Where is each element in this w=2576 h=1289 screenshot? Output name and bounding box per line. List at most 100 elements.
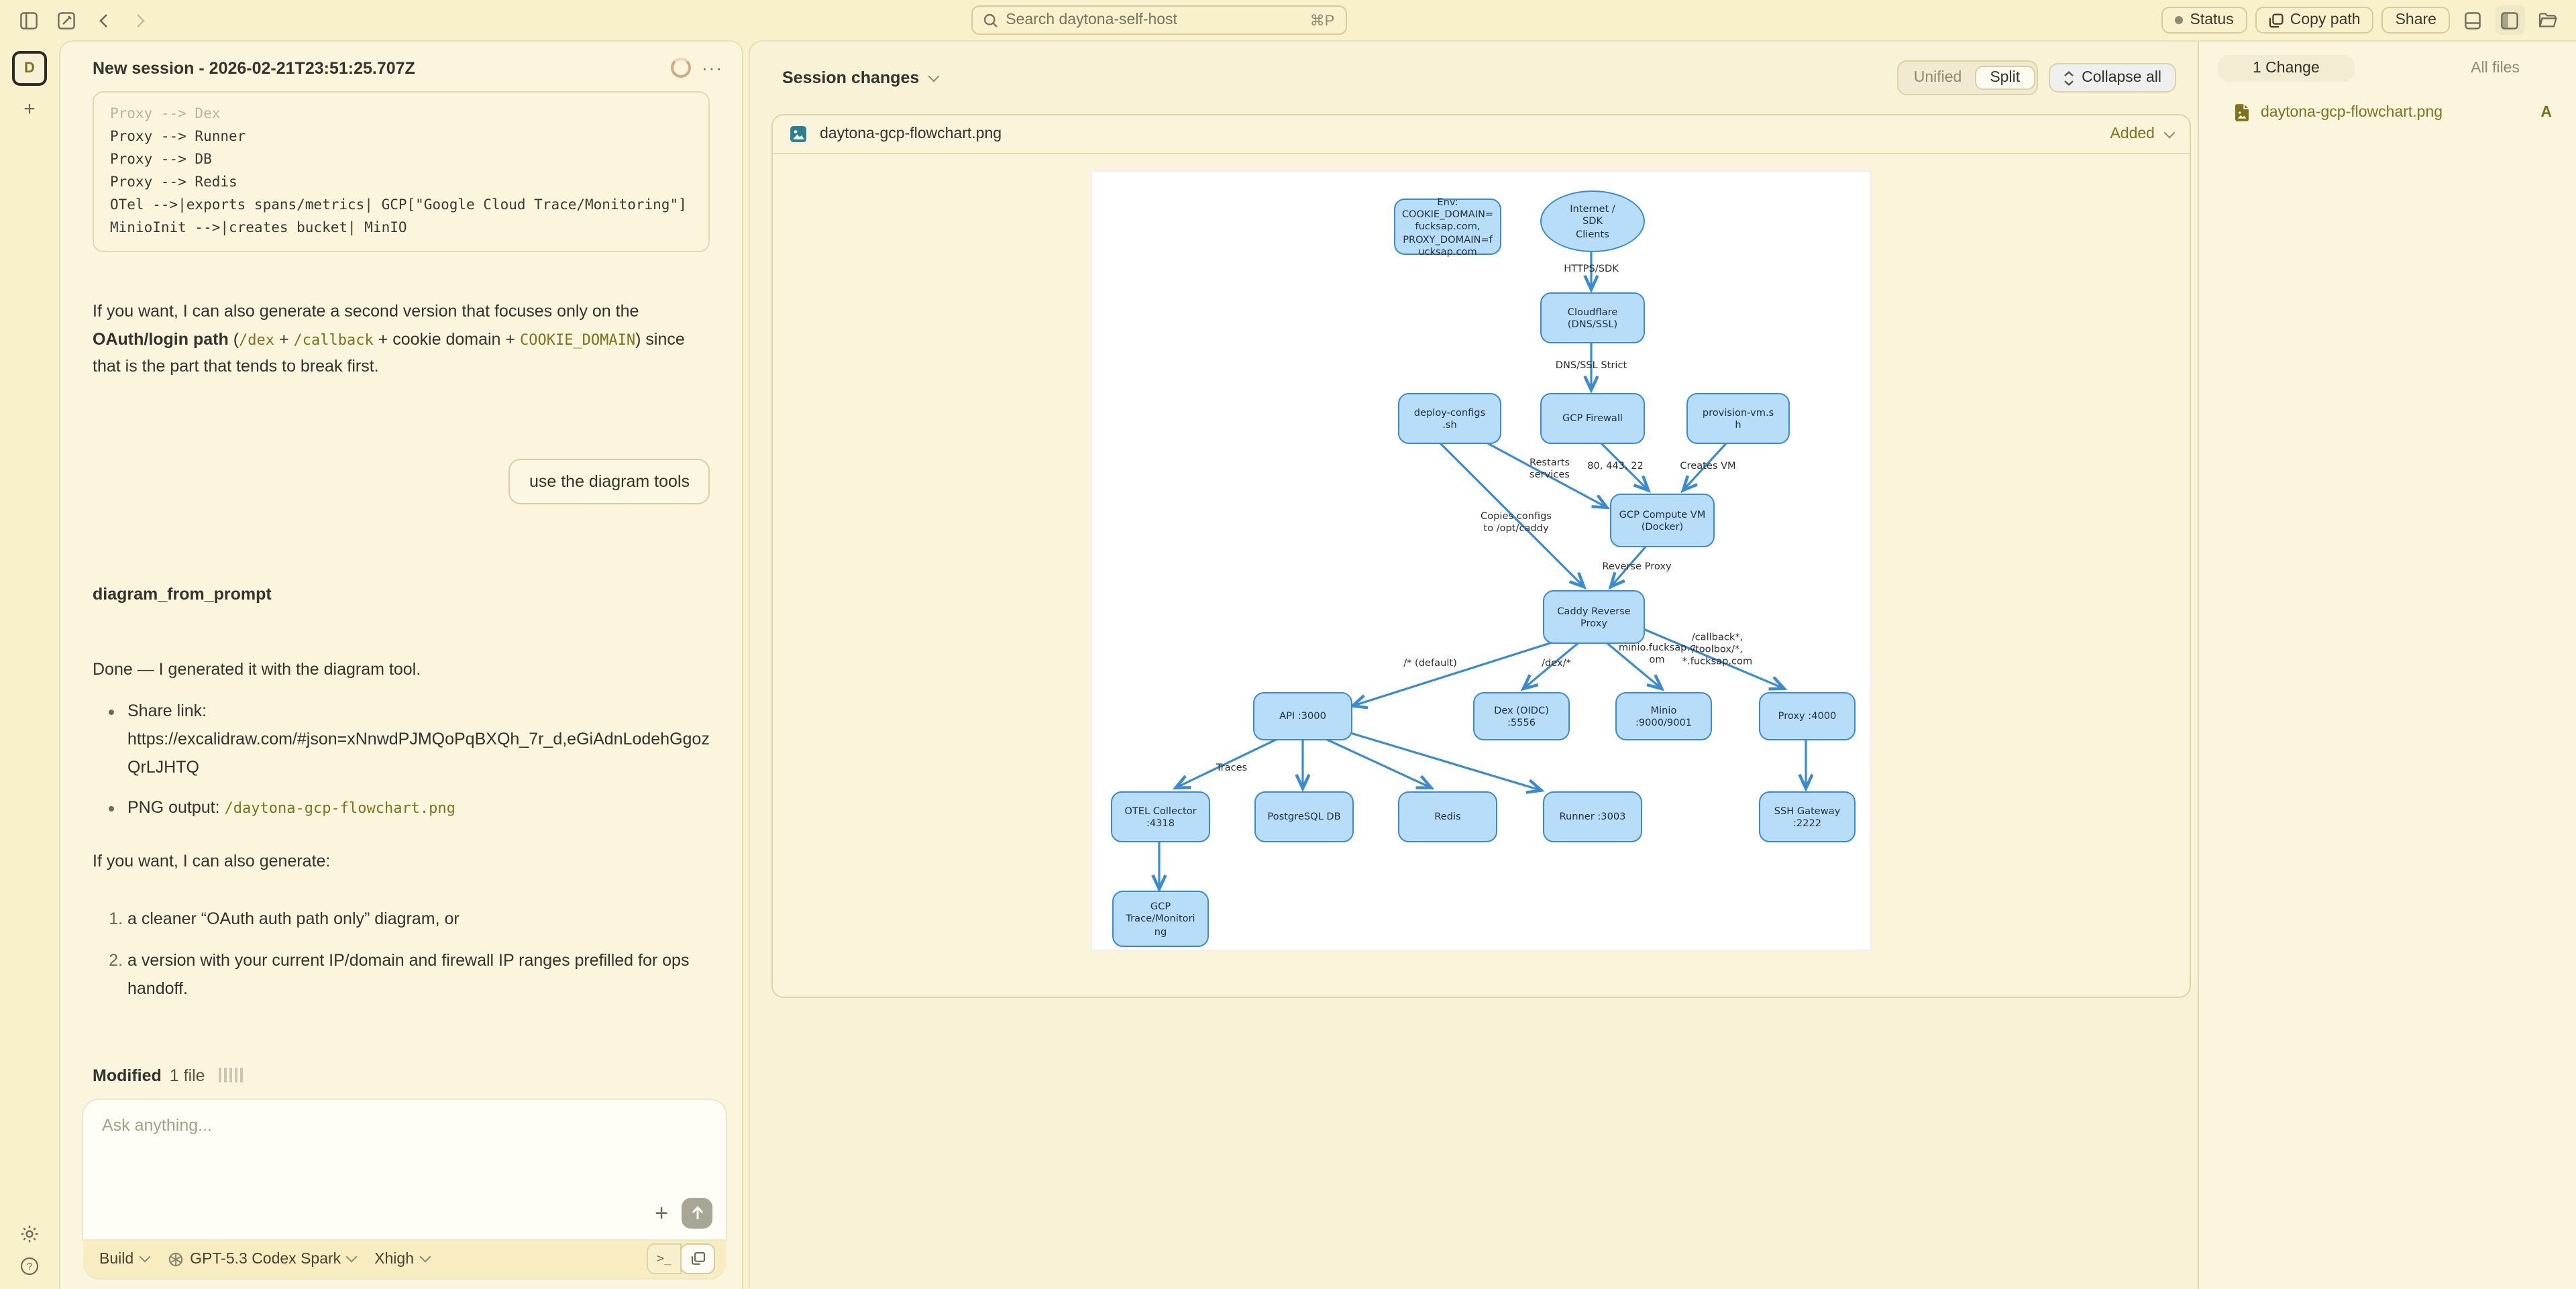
back-icon[interactable] xyxy=(89,5,118,35)
rail-bottom: ? xyxy=(20,1225,39,1289)
status-button[interactable]: Status xyxy=(2162,7,2247,34)
excalidraw-link[interactable]: https://excalidraw.com/#json=xNnwdPJMQoP… xyxy=(127,730,710,777)
session-changes-title[interactable]: Session changes xyxy=(782,68,919,87)
diagram-edge-label: Creates VM xyxy=(1680,459,1735,471)
collapse-all-button[interactable]: Collapse all xyxy=(2048,63,2176,93)
chat-scroll-area[interactable]: Proxy --> Dex Proxy --> Runner Proxy -->… xyxy=(60,89,742,1100)
topbar-actions: Status Copy path Share xyxy=(2162,5,2563,35)
unified-toggle[interactable]: Unified xyxy=(1900,67,1976,89)
user-message-bubble: use the diagram tools xyxy=(509,459,710,504)
mode-selector[interactable]: Build xyxy=(99,1251,148,1267)
chevron-down-icon xyxy=(419,1251,431,1263)
session-changes-panel: Session changes Unified Split Collapse a… xyxy=(750,42,2199,1289)
files-panel: 1 Change All files daytona-gcp-flowchart… xyxy=(2199,42,2576,1289)
png-output-label: PNG output: xyxy=(127,797,225,816)
chat-panes-button[interactable] xyxy=(680,1243,715,1274)
diagram-edge-label: DNS/SSL Strict xyxy=(1556,359,1627,371)
new-session-icon[interactable] xyxy=(51,5,80,35)
diff-file-name: daytona-gcp-flowchart.png xyxy=(820,126,1002,142)
session-menu-icon[interactable]: ··· xyxy=(702,58,723,78)
session-changes-header: Session changes Unified Split Collapse a… xyxy=(750,42,2198,109)
copy-path-button[interactable]: Copy path xyxy=(2255,7,2374,34)
diagram-node-ssh-gateway: SSH Gateway :2222 xyxy=(1759,791,1856,842)
copies-icon xyxy=(690,1251,705,1266)
diagram-edge-label: /dex/* xyxy=(1542,657,1571,669)
diagram-node-proxy: Proxy :4000 xyxy=(1759,692,1856,740)
content-card: Session changes Unified Split Collapse a… xyxy=(749,40,2576,1289)
paragraph-bold: OAuth/login path xyxy=(93,329,229,348)
help-icon[interactable]: ? xyxy=(20,1257,39,1276)
files-tabs: 1 Change All files xyxy=(2218,55,2557,82)
input-placeholder: Ask anything... xyxy=(102,1116,707,1135)
spinner-icon xyxy=(671,58,691,78)
svg-text:?: ? xyxy=(27,1261,32,1272)
collapse-icon xyxy=(2063,70,2074,85)
code-line: Proxy --> Runner xyxy=(110,126,692,149)
diagram-node-internet: Internet / SDK Clients xyxy=(1540,190,1645,252)
image-preview-area: HTTPS/SDK DNS/SSL Strict 80, 443, 22 Create… xyxy=(773,154,2190,997)
panel-right-icon[interactable] xyxy=(2496,5,2525,35)
model-selector[interactable]: GPT-5.3 Codex Spark xyxy=(167,1251,356,1267)
modified-status[interactable]: Modified 1 file xyxy=(93,1066,710,1084)
terminal-icon: >_ xyxy=(657,1252,672,1266)
message-input[interactable]: Ask anything... + xyxy=(83,1100,726,1239)
main-area: D + ? New session - 2026-02-21T23:51:25.… xyxy=(0,40,2576,1289)
model-label: GPT-5.3 Codex Spark xyxy=(190,1251,341,1267)
paragraph-text: ( xyxy=(229,329,239,348)
diagram-edge-label: /* (default) xyxy=(1403,657,1457,669)
added-badge: A xyxy=(2540,105,2552,121)
assistant-paragraph: If you want, I can also generate a secon… xyxy=(93,298,703,381)
file-list-item[interactable]: daytona-gcp-flowchart.png A xyxy=(2218,103,2557,122)
status-label: Status xyxy=(2190,12,2234,28)
file-diff-header[interactable]: daytona-gcp-flowchart.png Added xyxy=(773,115,2190,154)
left-rail: D + ? xyxy=(0,40,59,1289)
diagram-edge-label: Restarts services xyxy=(1529,456,1570,480)
avatar[interactable]: D xyxy=(12,51,47,86)
split-horizontal-icon[interactable] xyxy=(2458,5,2487,35)
share-button[interactable]: Share xyxy=(2382,7,2450,34)
send-button[interactable] xyxy=(682,1198,712,1229)
code-span: /dex xyxy=(239,331,274,348)
code-line: Proxy --> Dex xyxy=(110,103,692,126)
tab-all-files[interactable]: All files xyxy=(2471,60,2520,76)
chevron-down-icon[interactable] xyxy=(2164,127,2176,138)
paragraph-text: If you want, I can also generate a secon… xyxy=(93,302,639,321)
diagram-node-otel: OTEL Collector :4318 xyxy=(1111,791,1210,842)
list-item: Share link: https://excalidraw.com/#json… xyxy=(127,697,710,783)
search-input[interactable]: Search daytona-self-host ⌘P xyxy=(971,5,1346,35)
gear-icon[interactable] xyxy=(20,1225,39,1243)
user-message-row: use the diagram tools xyxy=(93,459,710,504)
forward-icon[interactable] xyxy=(126,5,156,35)
diagram-edge-label: 80, 443, 22 xyxy=(1587,459,1644,471)
effort-selector[interactable]: Xhigh xyxy=(374,1251,429,1267)
share-link-label: Share link: xyxy=(127,702,207,720)
tab-changes[interactable]: 1 Change xyxy=(2218,55,2355,82)
diagram-edge-label: HTTPS/SDK xyxy=(1564,262,1619,274)
chevron-down-icon xyxy=(139,1251,150,1263)
diagram-node-postgres: PostgreSQL DB xyxy=(1254,791,1354,842)
toggle-sidebar-icon[interactable] xyxy=(13,5,43,35)
assistant-done-line: Done — I generated it with the diagram t… xyxy=(93,660,710,679)
diagram-node-gcp-firewall: GCP Firewall xyxy=(1540,393,1645,444)
split-toggle[interactable]: Split xyxy=(1975,66,2035,90)
diagram-edge-label: Reverse Proxy xyxy=(1602,560,1671,572)
terminal-button[interactable]: >_ xyxy=(647,1243,682,1274)
code-line: Proxy --> DB xyxy=(110,149,692,172)
folder-icon[interactable] xyxy=(2533,5,2563,35)
chat-header: New session - 2026-02-21T23:51:25.707Z ·… xyxy=(60,42,742,89)
diagram-node-cloudflare: Cloudflare (DNS/SSL) xyxy=(1540,292,1645,343)
add-workspace-icon[interactable]: + xyxy=(23,99,36,119)
chevron-down-icon xyxy=(928,70,940,82)
file-status-badge: Added xyxy=(2110,126,2155,142)
tool-call-name[interactable]: diagram_from_prompt xyxy=(93,585,710,604)
attach-icon[interactable]: + xyxy=(655,1202,668,1225)
collapse-all-label: Collapse all xyxy=(2082,70,2161,86)
diagram-edge-label: /callback*, /toolbox/*, *.fucksap.com xyxy=(1682,631,1752,668)
result-list: Share link: https://excalidraw.com/#json… xyxy=(93,697,710,822)
option-text: a version with your current IP/domain an… xyxy=(127,951,689,999)
composer-toolbar: Build GPT-5.3 Codex Spark Xhigh >_ xyxy=(83,1239,726,1278)
paragraph-text: + cookie domain + xyxy=(374,329,520,348)
copy-icon xyxy=(2269,13,2284,27)
diagram-node-redis: Redis xyxy=(1398,791,1497,842)
diagram-edge-label: Traces xyxy=(1216,761,1247,773)
